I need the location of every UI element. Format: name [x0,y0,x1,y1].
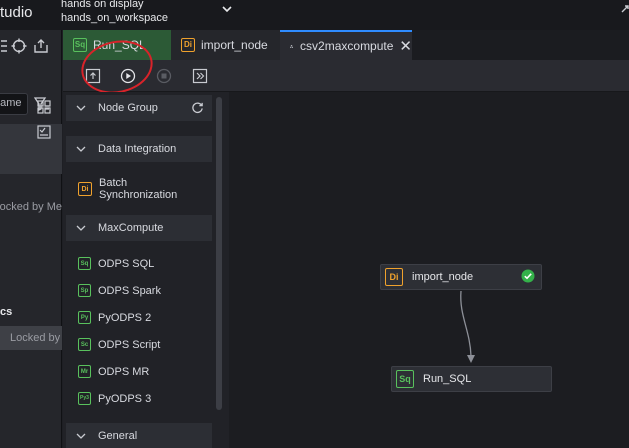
success-check-icon [521,269,535,283]
sql-node-icon: Sq [396,370,414,388]
node-label: Run_SQL [423,373,472,385]
di-node-icon: Di [385,268,403,286]
canvas-node-import-node[interactable]: Di import_node [380,264,542,290]
canvas-node-run-sql[interactable]: Sq Run_SQL [391,366,552,392]
node-label: import_node [412,271,474,283]
